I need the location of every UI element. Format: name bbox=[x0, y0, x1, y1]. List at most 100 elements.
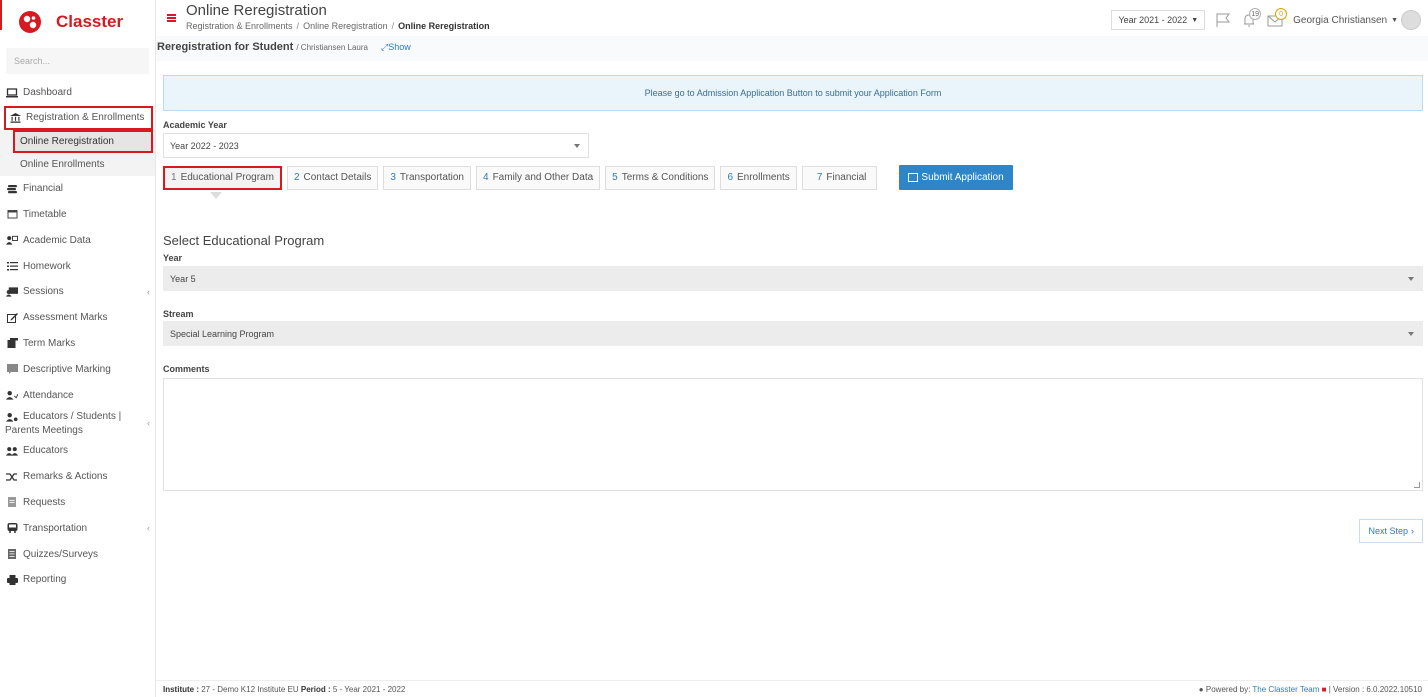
sidebar-subitem-online-enrollments[interactable]: Online Enrollments bbox=[0, 153, 155, 176]
tab-enrollments[interactable]: 6 Enrollments bbox=[720, 165, 797, 190]
tab-number: 5 bbox=[612, 172, 618, 183]
stream-select[interactable]: Special Learning Program bbox=[163, 321, 1423, 346]
next-step-button[interactable]: Next Step › bbox=[1359, 519, 1423, 543]
sidebar-item-dashboard[interactable]: Dashboard bbox=[0, 80, 155, 106]
sidebar-item-quizzes[interactable]: Quizzes/Surveys bbox=[0, 541, 155, 567]
sidebar-item-reporting[interactable]: Reporting bbox=[0, 567, 155, 593]
comment-icon bbox=[6, 364, 18, 375]
year-selector[interactable]: Year 2021 - 2022 ▼ bbox=[1111, 10, 1206, 30]
sidebar-item-requests[interactable]: Requests bbox=[0, 490, 155, 516]
breadcrumb-item[interactable]: Registration & Enrollments bbox=[186, 21, 293, 31]
brand[interactable]: Classter bbox=[0, 0, 155, 44]
sidebar-item-financial[interactable]: Financial bbox=[0, 176, 155, 202]
print-icon bbox=[6, 574, 18, 585]
footer-credits: ● Powered by: The Classter Team ■ | Vers… bbox=[1199, 685, 1422, 694]
quiz-icon bbox=[6, 549, 18, 560]
sidebar-item-homework[interactable]: Homework bbox=[0, 253, 155, 279]
sidebar-item-term-marks[interactable]: Term Marks bbox=[0, 331, 155, 357]
sidebar-item-label: Online Reregistration bbox=[20, 135, 114, 147]
sidebar-item-assessment-marks[interactable]: Assessment Marks bbox=[0, 305, 155, 331]
next-step-label: Next Step bbox=[1368, 526, 1408, 536]
tab-label: Enrollments bbox=[737, 172, 790, 183]
submit-application-button[interactable]: Submit Application bbox=[899, 165, 1013, 190]
tab-label: Educational Program bbox=[180, 172, 274, 183]
powered-by-label: Powered by: bbox=[1205, 685, 1251, 694]
tab-number: 1 bbox=[171, 172, 177, 183]
search-input[interactable]: Search... bbox=[6, 48, 149, 74]
period-value: 5 - Year 2021 - 2022 bbox=[332, 685, 406, 694]
sidebar-item-timetable[interactable]: Timetable bbox=[0, 202, 155, 228]
tab-transportation[interactable]: 3 Transportation bbox=[383, 165, 471, 190]
envelope-icon[interactable]: 0 bbox=[1267, 8, 1288, 28]
caret-down-icon bbox=[1408, 277, 1414, 281]
sidebar-item-sessions[interactable]: Sessions ‹ bbox=[0, 279, 155, 305]
sidebar-item-label: Remarks & Actions bbox=[23, 471, 108, 483]
avatar[interactable] bbox=[1401, 10, 1421, 30]
classter-logo-icon bbox=[19, 11, 41, 33]
period-label: Period : bbox=[300, 685, 331, 694]
show-link[interactable]: ⤢Show bbox=[381, 42, 411, 52]
tab-educational-program[interactable]: 1 Educational Program bbox=[163, 165, 282, 199]
sidebar-accent-edge bbox=[0, 0, 2, 30]
tab-label: Contact Details bbox=[303, 172, 372, 183]
breadcrumb-item[interactable]: Online Reregistration bbox=[303, 21, 388, 31]
menu-toggle-icon[interactable] bbox=[167, 14, 176, 22]
sidebar-item-label: Educators bbox=[23, 445, 69, 457]
breadcrumb-separator: / bbox=[391, 21, 395, 31]
academic-icon bbox=[6, 235, 18, 245]
sidebar-item-academic-data[interactable]: Academic Data bbox=[0, 227, 155, 253]
sidebar-item-label: Timetable bbox=[23, 208, 67, 220]
tab-label: Financial bbox=[826, 172, 867, 183]
attendance-icon bbox=[6, 390, 18, 400]
sidebar-item-attendance[interactable]: Attendance bbox=[0, 382, 155, 408]
notifications-badge: 19 bbox=[1249, 8, 1262, 20]
sessions-icon bbox=[6, 287, 18, 297]
footer: Institute : 27 - Demo K12 Institute EU P… bbox=[156, 680, 1428, 697]
flag-icon[interactable] bbox=[1215, 12, 1231, 28]
stream-value: Special Learning Program bbox=[170, 328, 275, 339]
footer-info: Institute : 27 - Demo K12 Institute EU P… bbox=[163, 685, 405, 694]
user-name[interactable]: Georgia Christiansen bbox=[1293, 15, 1387, 26]
tab-number: 6 bbox=[727, 172, 733, 183]
sidebar-item-educators[interactable]: Educators bbox=[0, 438, 155, 464]
chevron-left-icon: ‹ bbox=[147, 523, 150, 534]
chevron-left-icon: ‹ bbox=[147, 417, 150, 428]
academic-year-label: Academic Year bbox=[163, 120, 227, 130]
tab-terms-conditions[interactable]: 5 Terms & Conditions bbox=[605, 165, 716, 190]
document-icon bbox=[6, 497, 18, 508]
bank-icon bbox=[9, 112, 21, 123]
year-value: Year 5 bbox=[170, 273, 196, 284]
sidebar-item-transportation[interactable]: Transportation ‹ bbox=[0, 515, 155, 541]
sidebar-subitem-online-reregistration[interactable]: Online Reregistration bbox=[13, 129, 153, 153]
bell-icon[interactable]: 19 bbox=[1241, 8, 1262, 28]
tab-financial[interactable]: 7 Financial bbox=[801, 165, 878, 190]
comments-textarea[interactable] bbox=[163, 378, 1423, 491]
year-select[interactable]: Year 5 bbox=[163, 266, 1423, 291]
edit-icon bbox=[6, 312, 18, 323]
tab-number: 7 bbox=[816, 172, 823, 183]
sidebar-item-remarks[interactable]: Remarks & Actions bbox=[0, 464, 155, 490]
term-icon bbox=[6, 338, 18, 349]
caret-down-icon[interactable]: ▼ bbox=[1391, 17, 1398, 24]
sidebar-item-registration[interactable]: Registration & Enrollments bbox=[4, 105, 153, 130]
tab-contact-details[interactable]: 2 Contact Details bbox=[286, 165, 379, 190]
tab-family-other-data[interactable]: 4 Family and Other Data bbox=[476, 165, 601, 190]
users-icon bbox=[6, 446, 18, 456]
sidebar-item-label: Transportation bbox=[23, 522, 88, 534]
student-name: / Christiansen Laura bbox=[296, 43, 368, 52]
academic-year-select[interactable]: Year 2022 - 2023 bbox=[163, 133, 589, 158]
breadcrumb: Registration & Enrollments / Online Reregi… bbox=[186, 21, 490, 31]
caret-down-icon bbox=[574, 144, 580, 148]
caret-down-icon bbox=[1408, 332, 1414, 336]
sidebar-item-label: Dashboard bbox=[23, 87, 72, 99]
sidebar-nav: Dashboard Registration & Enrollments Onl… bbox=[0, 80, 155, 593]
sidebar-item-descriptive-marking[interactable]: Descriptive Marking bbox=[0, 356, 155, 382]
resize-handle[interactable] bbox=[1414, 482, 1420, 488]
sidebar-item-meetings[interactable]: Educators / Students | Parents Meetings … bbox=[0, 408, 155, 438]
header-right: Year 2021 - 2022 ▼ 19 0 Georgia Christia… bbox=[1111, 0, 1428, 40]
page-heading: Reregistration for Student bbox=[157, 41, 294, 53]
sidebar-item-label: Assessment Marks bbox=[23, 312, 108, 324]
top-header: Online Reregistration Registration & Enr… bbox=[156, 0, 1428, 36]
sidebar-item-label: Educators / Students | Parents Meetings bbox=[5, 410, 122, 436]
classter-team-link[interactable]: The Classter Team bbox=[1252, 685, 1319, 694]
